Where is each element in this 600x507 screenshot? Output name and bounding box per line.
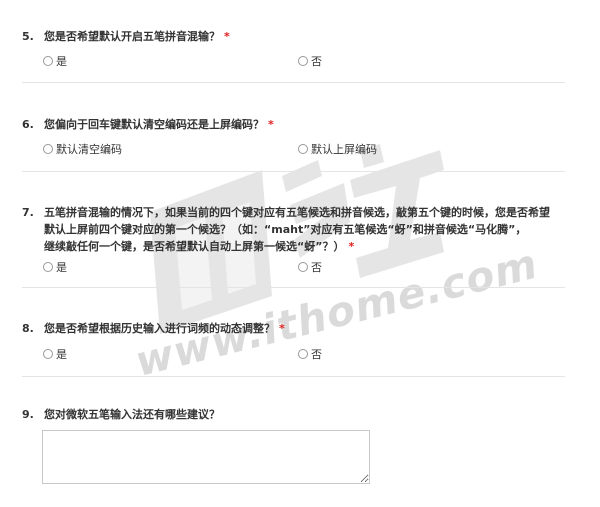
option-no-radio[interactable]: 否 [298, 346, 322, 362]
required-marker: * [348, 240, 355, 253]
question-9-title: 9. 您对微软五笔输入法还有哪些建议？ [22, 406, 570, 423]
divider [22, 376, 565, 377]
divider [22, 82, 565, 83]
question-text-line-1: 五笔拼音混输的情况下，如果当前的四个键对应有五笔候选和拼音候选，敲第五个键的时候… [44, 206, 550, 219]
required-marker: * [279, 322, 285, 335]
radio-circle-icon[interactable] [43, 349, 53, 359]
question-number: 8. [22, 322, 34, 335]
option-label: 否 [311, 261, 322, 274]
option-no-radio[interactable]: 否 [298, 259, 322, 275]
option-commit-code-radio[interactable]: 默认上屏编码 [298, 141, 377, 157]
radio-circle-icon[interactable] [43, 262, 53, 272]
radio-circle-icon[interactable] [43, 144, 53, 154]
radio-circle-icon[interactable] [298, 349, 308, 359]
divider [22, 171, 565, 172]
option-yes-radio[interactable]: 是 [43, 346, 67, 362]
required-marker: * [268, 118, 274, 131]
question-8-title: 8. 您是否希望根据历史输入进行词频的动态调整？ * [22, 320, 570, 337]
question-text: 您对微软五笔输入法还有哪些建议？ [44, 408, 220, 421]
radio-circle-icon[interactable] [298, 56, 308, 66]
question-number: 7. [22, 206, 34, 219]
question-text: 您是否希望根据历史输入进行词频的动态调整？ [44, 322, 275, 335]
radio-circle-icon[interactable] [298, 144, 308, 154]
option-label: 否 [311, 348, 322, 361]
option-clear-code-radio[interactable]: 默认清空编码 [43, 141, 122, 157]
question-5-title: 5. 您是否希望默认开启五笔拼音混输？ * [22, 28, 570, 45]
question-number: 9. [22, 408, 34, 421]
option-label: 默认上屏编码 [311, 143, 377, 156]
required-marker: * [224, 30, 230, 43]
question-text: 您是否希望默认开启五笔拼音混输？ [44, 30, 220, 43]
question-number: 5. [22, 30, 34, 43]
option-label: 是 [56, 55, 67, 68]
option-label: 否 [311, 55, 322, 68]
question-text-line-3: 继续敲任何一个键，是否希望默认自动上屏第一候选“蚜”？） [44, 240, 345, 253]
question-7-title: 7. 五笔拼音混输的情况下，如果当前的四个键对应有五笔候选和拼音候选，敲第五个键… [22, 204, 570, 255]
question-text-line-2: 默认上屏前四个键对应的第一个候选？（如：“maht”对应有五笔候选“蚜”和拼音候… [44, 223, 527, 236]
option-label: 是 [56, 348, 67, 361]
option-yes-radio[interactable]: 是 [43, 259, 67, 275]
option-label: 默认清空编码 [56, 143, 122, 156]
option-no-radio[interactable]: 否 [298, 53, 322, 69]
watermark-text: www.ithome.com [130, 239, 543, 386]
radio-circle-icon[interactable] [298, 262, 308, 272]
suggestion-textarea[interactable] [42, 430, 370, 484]
divider [22, 287, 565, 288]
radio-circle-icon[interactable] [43, 56, 53, 66]
question-text: 您偏向于回车键默认清空编码还是上屏编码？ [44, 118, 264, 131]
question-number: 6. [22, 118, 34, 131]
option-label: 是 [56, 261, 67, 274]
question-6-title: 6. 您偏向于回车键默认清空编码还是上屏编码？ * [22, 116, 570, 133]
option-yes-radio[interactable]: 是 [43, 53, 67, 69]
